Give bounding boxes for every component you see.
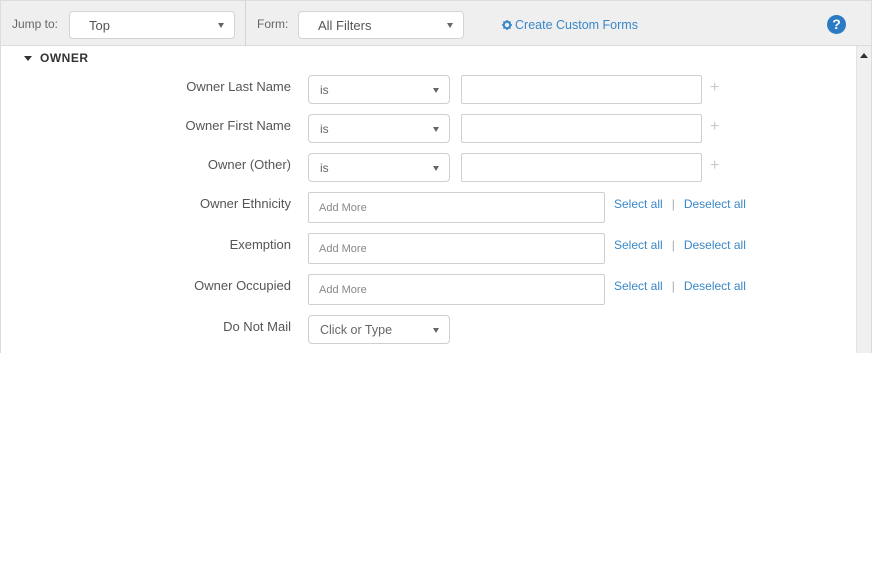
form-select[interactable]: All Filters [298,11,464,39]
owner-first-name-label: Owner First Name [185,118,291,133]
gear-icon [502,20,512,30]
separator: | [671,238,675,252]
deselect-all-link[interactable]: Deselect all [684,238,746,252]
chevron-down-icon [433,127,439,132]
deselect-all-link[interactable]: Deselect all [684,279,746,293]
do-not-mail-value: Click or Type [320,323,393,337]
jump-to-value: Top [89,18,110,33]
separator: | [671,197,675,211]
operator-value: is [320,122,329,136]
operator-value: is [320,161,329,175]
owner-occupied-input[interactable] [308,274,605,305]
deselect-all-link[interactable]: Deselect all [684,197,746,211]
create-custom-forms-link[interactable]: Create Custom Forms [502,18,638,32]
add-icon[interactable]: + [710,157,719,175]
exemption-label: Exemption [229,237,291,252]
owner-occupied-label: Owner Occupied [194,278,291,293]
owner-other-label: Owner (Other) [207,157,291,172]
owner-first-name-operator-select[interactable]: is [308,114,450,143]
scroll-up-arrow-icon[interactable] [860,53,868,58]
add-icon[interactable]: + [710,79,719,97]
create-custom-forms-label: Create Custom Forms [515,18,638,32]
chevron-down-icon [447,23,453,28]
jump-to-label: Jump to: [12,17,59,31]
owner-ethnicity-links: Select all | Deselect all [614,197,746,211]
section-owner-toggle[interactable]: OWNER [24,51,89,65]
add-icon[interactable]: + [710,118,719,136]
select-all-link[interactable]: Select all [614,197,663,211]
owner-other-input[interactable] [461,153,702,182]
owner-last-name-input[interactable] [461,75,702,104]
exemption-links: Select all | Deselect all [614,238,746,252]
owner-occupied-links: Select all | Deselect all [614,279,746,293]
jump-to-select[interactable]: Top [69,11,235,39]
owner-last-name-operator-select[interactable]: is [308,75,450,104]
separator: | [671,279,675,293]
form-label: Form: [257,17,289,31]
owner-ethnicity-label: Owner Ethnicity [199,196,291,211]
select-all-link[interactable]: Select all [614,279,663,293]
do-not-mail-label: Do Not Mail [223,319,291,334]
owner-last-name-label: Owner Last Name [186,79,291,94]
section-title: OWNER [40,51,89,65]
owner-ethnicity-input[interactable] [308,192,605,223]
filter-panel: Jump to: Top Form: All Filters Create Cu… [0,0,872,353]
chevron-down-icon [433,328,439,333]
scrollbar[interactable] [856,46,871,353]
owner-other-operator-select[interactable]: is [308,153,450,182]
do-not-mail-select[interactable]: Click or Type [308,315,450,344]
exemption-input[interactable] [308,233,605,264]
chevron-down-icon [433,166,439,171]
operator-value: is [320,83,329,97]
toolbar-divider [245,1,246,46]
select-all-link[interactable]: Select all [614,238,663,252]
toolbar: Jump to: Top Form: All Filters Create Cu… [1,1,871,46]
caret-down-icon [24,55,32,61]
owner-first-name-input[interactable] [461,114,702,143]
help-icon[interactable]: ? [827,15,846,34]
form-value: All Filters [318,18,372,33]
chevron-down-icon [218,23,224,28]
chevron-down-icon [433,88,439,93]
